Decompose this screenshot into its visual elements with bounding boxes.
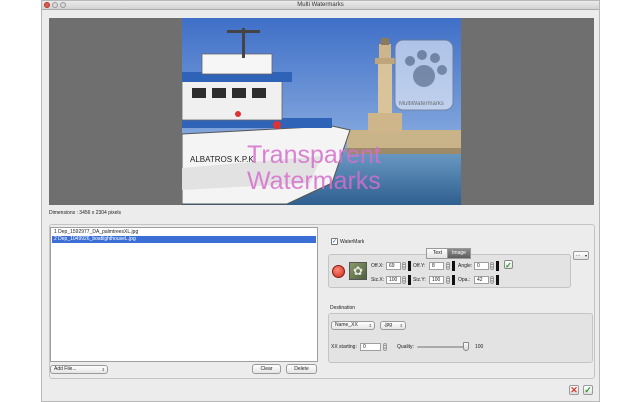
delete-button[interactable]: Delete <box>286 364 317 374</box>
size-y-slider[interactable] <box>452 275 455 285</box>
app-window: Multi Watermarks ALBATROS K.P.K Transpar… <box>41 0 600 402</box>
add-file-dropdown[interactable]: Add File... ⇕ <box>50 365 108 374</box>
watermark-tabs: Text Image <box>426 248 471 259</box>
angle-label: Angle: <box>458 263 473 269</box>
dropdown-arrows-icon: ⇕ <box>101 367 105 372</box>
name-pattern-value: Name_XX <box>335 322 358 328</box>
checkmark-icon: ✓ <box>584 385 592 395</box>
name-pattern-dropdown[interactable]: Name_XX ⇕ <box>331 321 375 330</box>
watermark-checkbox[interactable]: ✓ <box>331 238 338 245</box>
opacity-slider[interactable] <box>496 275 499 285</box>
offset-y-slider[interactable] <box>452 261 455 271</box>
dropdown-arrows-icon: ⇕ <box>368 323 372 328</box>
size-y-label: Siz.Y: <box>413 277 426 283</box>
checkmark-icon: ✓ <box>505 261 512 270</box>
preview-image: ALBATROS K.P.K Transparent Watermarks Mu… <box>182 18 461 205</box>
more-options-label: ... <box>576 252 581 258</box>
format-dropdown[interactable]: .jpg ⇕ <box>380 321 406 330</box>
watermark-label: WaterMark <box>340 239 365 245</box>
opacity-field[interactable]: 42 <box>474 276 489 284</box>
size-y-field[interactable]: 100 <box>429 276 444 284</box>
window-title: Multi Watermarks <box>297 2 344 8</box>
offset-x-field[interactable]: 69 <box>386 262 401 270</box>
opacity-stepper[interactable]: ▴ ▾ <box>490 276 494 284</box>
angle-stepper[interactable]: ▴ ▾ <box>490 262 494 270</box>
add-file-label: Add File... <box>54 366 77 372</box>
xx-starting-stepper[interactable]: ▴ ▾ <box>383 343 387 351</box>
apply-check-button[interactable]: ✓ <box>504 260 513 270</box>
watermark-text-line-1: Transparent <box>247 141 381 169</box>
quality-value: 100 <box>475 344 484 350</box>
opacity-label: Opa.: <box>458 277 471 283</box>
file-list-item[interactable]: 1 Dep_1592977_DA_palmtreesXL.jpg <box>52 229 316 236</box>
xx-starting-field[interactable]: 0 <box>360 343 381 351</box>
xx-starting-label: XX starting: <box>331 344 357 350</box>
cancel-button[interactable]: ✕ <box>569 385 579 395</box>
logo-caption-text: MultiWatermarks <box>399 101 444 107</box>
offset-x-label: Off.X: <box>371 263 384 269</box>
image-dimensions: Dimensions : 3456 x 2304 pixels <box>49 210 121 216</box>
more-options-dropdown[interactable]: ... ▾ <box>573 251 589 260</box>
angle-field[interactable]: 0 <box>474 262 489 270</box>
quality-slider-track[interactable] <box>417 346 469 348</box>
remove-image-button[interactable] <box>332 265 345 278</box>
size-y-stepper[interactable]: ▴ ▾ <box>446 276 450 284</box>
boat-name-text: ALBATROS K.P.K <box>190 155 254 164</box>
file-list[interactable]: 1 Dep_1592977_DA_palmtreesXL.jpg 2 Dep_1… <box>50 227 318 362</box>
paw-icon: ✿ <box>353 264 364 278</box>
dropdown-arrows-icon: ⇕ <box>399 323 403 328</box>
chevron-down-icon: ▾ <box>584 253 587 258</box>
watermark-text-line-2: Watermarks <box>247 167 381 195</box>
watermark-image-thumbnail[interactable]: ✿ <box>349 262 367 280</box>
tab-text[interactable]: Text <box>426 248 449 259</box>
offset-y-field[interactable]: 8 <box>429 262 444 270</box>
clear-button[interactable]: Clear <box>252 364 281 374</box>
offset-x-slider[interactable] <box>408 261 411 271</box>
ok-button[interactable]: ✓ <box>583 385 593 395</box>
close-icon: ✕ <box>570 385 578 395</box>
quality-label: Quality: <box>397 344 414 350</box>
size-x-label: Siz.X: <box>371 277 385 283</box>
format-value: .jpg <box>384 322 393 328</box>
title-bar: Multi Watermarks <box>42 1 599 10</box>
size-x-field[interactable]: 100 <box>386 276 401 284</box>
tab-image[interactable]: Image <box>447 248 471 259</box>
offset-x-stepper[interactable]: ▴ ▾ <box>402 262 406 270</box>
quality-slider-thumb[interactable] <box>463 342 469 351</box>
size-x-slider[interactable] <box>408 275 411 285</box>
offset-y-label: Off.Y: <box>413 263 426 269</box>
file-list-item-selected[interactable]: 2 Dep_1049926_boatlighthouseL.jpg <box>52 236 316 243</box>
size-x-stepper[interactable]: ▴ ▾ <box>402 276 406 284</box>
angle-slider[interactable] <box>496 261 499 271</box>
offset-y-stepper[interactable]: ▴ ▾ <box>446 262 450 270</box>
destination-title: Destination <box>330 305 356 311</box>
